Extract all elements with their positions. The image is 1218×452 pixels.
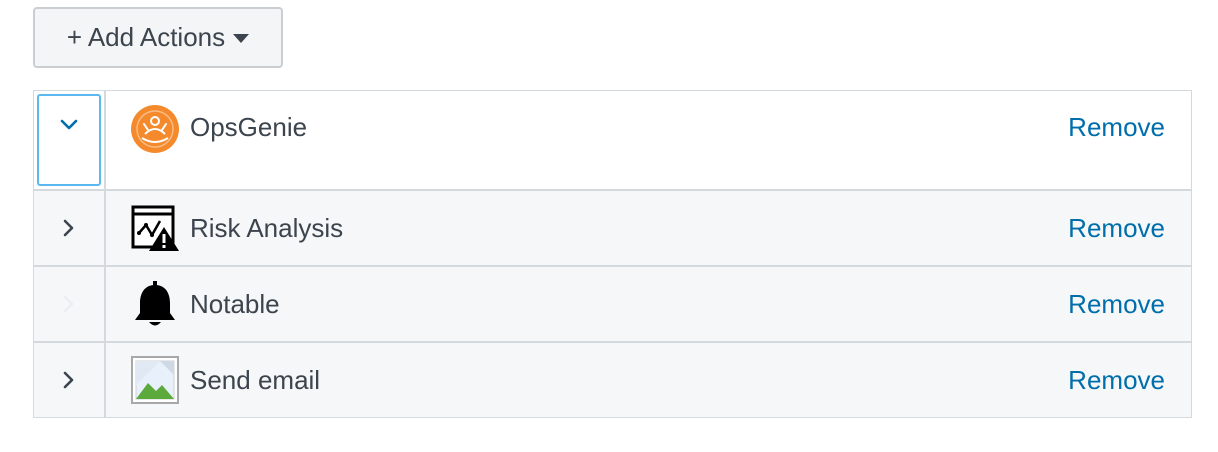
action-name: OpsGenie	[190, 112, 308, 142]
action-name: Risk Analysis	[190, 212, 344, 243]
expand-toggle-button-disabled	[34, 267, 104, 341]
caret-down-icon	[233, 34, 250, 43]
action-row-notable: Notable Remove	[34, 267, 1191, 343]
toggle-cell	[34, 267, 106, 341]
action-name: Send email	[190, 364, 321, 395]
alert-actions-panel: + Add Actions OpsGenie Remove Risk Analy…	[0, 0, 1218, 452]
action-row-send-email: Send email Remove	[34, 343, 1191, 417]
collapse-toggle-button[interactable]	[37, 94, 101, 186]
action-row-risk-analysis: Risk Analysis Remove	[34, 191, 1191, 267]
remove-link[interactable]: Remove	[1068, 365, 1165, 396]
broken-image-icon	[130, 355, 180, 405]
toggle-cell	[34, 191, 106, 265]
risk-analysis-icon	[130, 203, 180, 253]
toggle-cell	[34, 91, 106, 189]
remove-link[interactable]: Remove	[1068, 289, 1165, 320]
toggle-cell	[34, 343, 106, 417]
remove-link[interactable]: Remove	[1068, 112, 1165, 143]
actions-table: OpsGenie Remove Risk Analysis Remove Not…	[33, 90, 1192, 418]
expand-toggle-button[interactable]	[34, 343, 104, 417]
action-content: Risk Analysis Remove	[106, 191, 1191, 265]
action-name: Notable	[190, 288, 280, 319]
chevron-right-icon	[63, 295, 74, 313]
action-content: Send email Remove	[106, 343, 1191, 417]
bell-icon	[130, 279, 180, 329]
expand-toggle-button[interactable]	[34, 191, 104, 265]
chevron-right-icon	[63, 219, 74, 237]
action-row-opsgenie: OpsGenie Remove	[34, 91, 1191, 191]
add-actions-label: + Add Actions	[66, 22, 226, 52]
add-actions-button[interactable]: + Add Actions	[33, 7, 283, 68]
action-content: OpsGenie Remove	[106, 91, 1191, 189]
action-content: Notable Remove	[106, 267, 1191, 341]
opsgenie-icon	[130, 104, 180, 154]
chevron-down-icon	[60, 119, 78, 130]
chevron-right-icon	[63, 371, 74, 389]
remove-link[interactable]: Remove	[1068, 213, 1165, 244]
